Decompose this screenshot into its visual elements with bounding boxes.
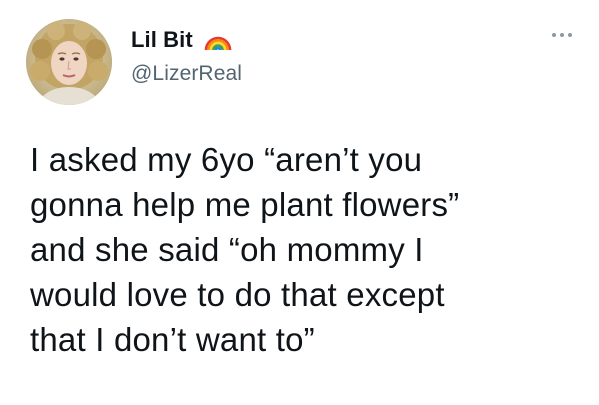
dot (560, 33, 564, 37)
tweet-line: gonna help me plant flowers” (30, 186, 460, 223)
dot (552, 33, 556, 37)
rainbow-icon (203, 28, 233, 52)
author-display-name[interactable]: Lil Bit (131, 27, 193, 53)
more-options-icon[interactable] (547, 25, 577, 45)
author-handle[interactable]: @LizerReal (131, 62, 242, 86)
tweet-text: I asked my 6yo “aren’t you gonna help me… (30, 137, 590, 362)
tweet-line: and she said “oh mommy I (30, 231, 424, 268)
profile-photo-icon (26, 19, 112, 105)
author-name-row: Lil Bit (131, 25, 233, 55)
tweet-line: I asked my 6yo “aren’t you (30, 141, 423, 178)
dot (568, 33, 572, 37)
tweet-line: that I don’t want to” (30, 321, 315, 358)
tweet-line: would love to do that except (30, 276, 445, 313)
avatar[interactable] (26, 19, 112, 105)
tweet-card: Lil Bit @LizerReal I asked my 6yo “aren’… (0, 0, 599, 405)
